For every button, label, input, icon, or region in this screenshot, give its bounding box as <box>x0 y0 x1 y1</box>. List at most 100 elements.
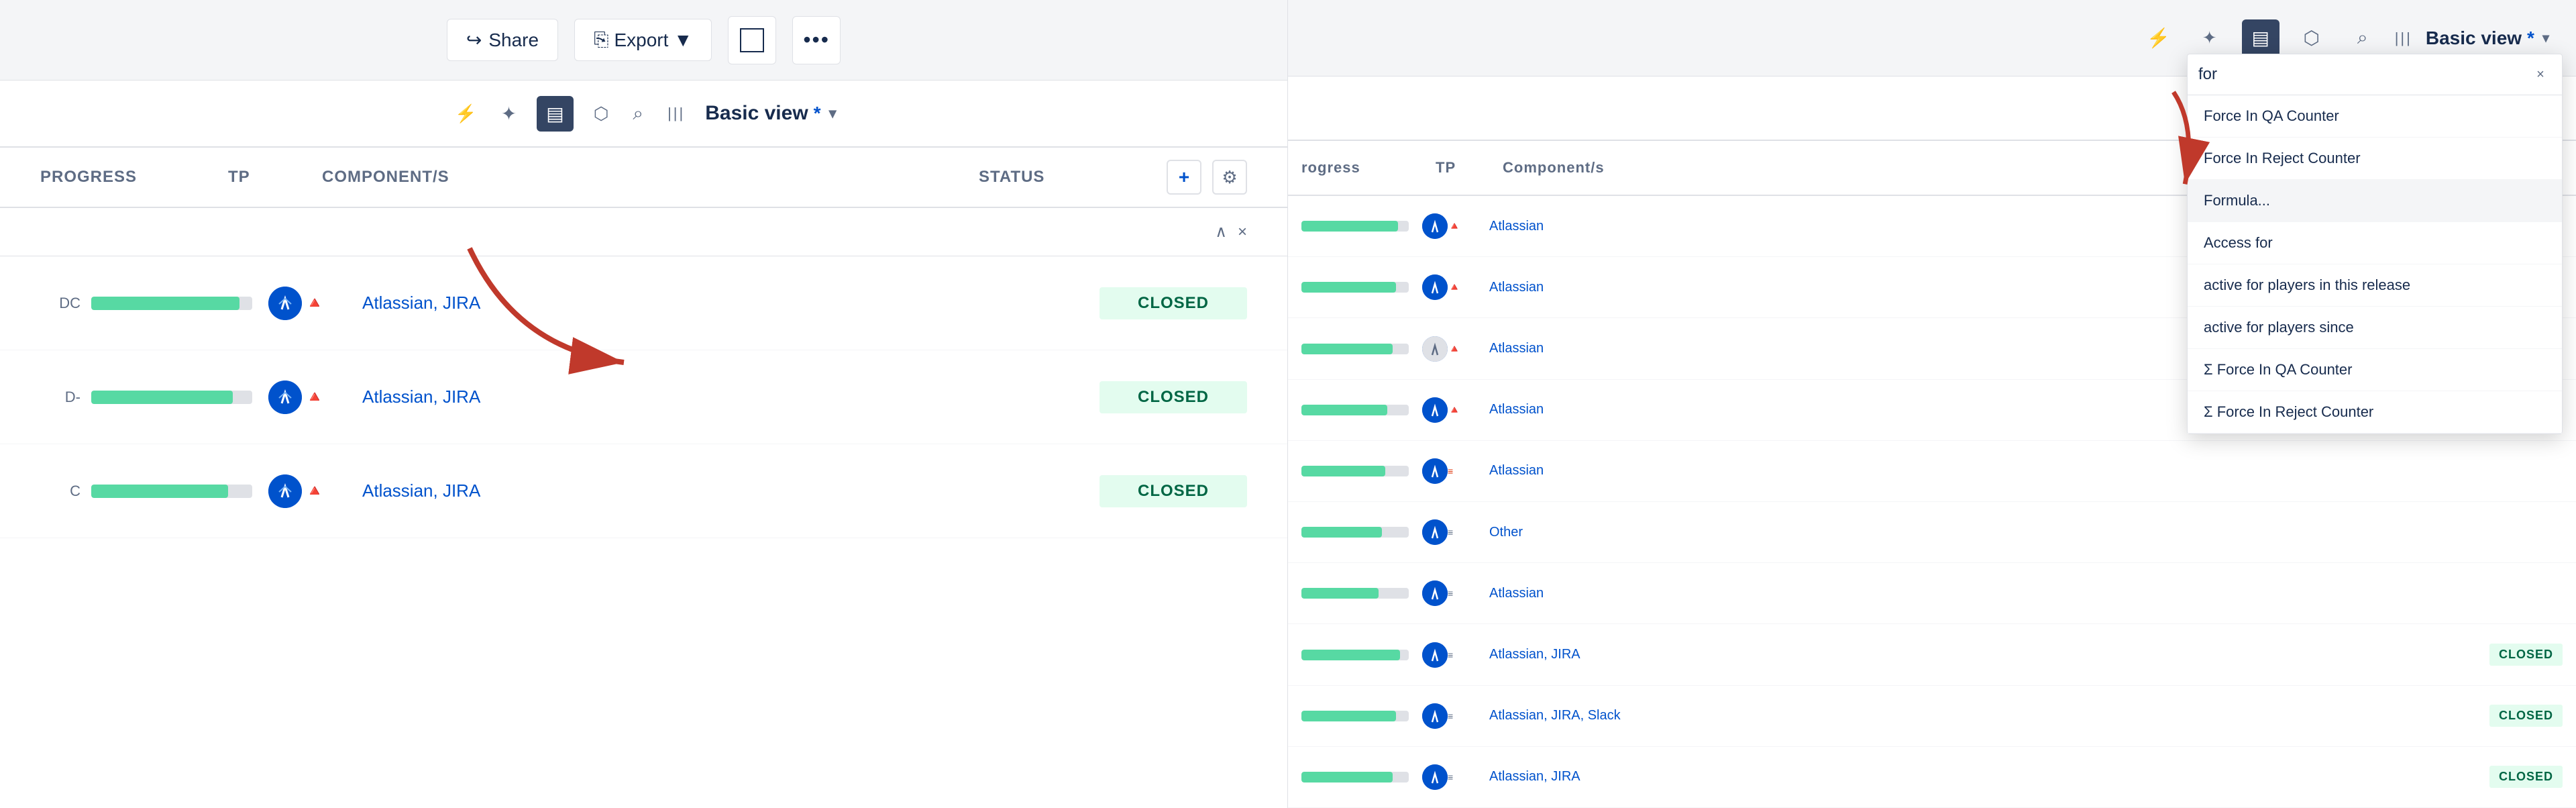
component-link[interactable]: Atlassian, JIRA <box>362 293 1099 313</box>
layers-icon-right[interactable]: ▤ <box>2242 19 2279 57</box>
right-priority-icon: 🔺 <box>1448 281 1461 294</box>
right-priority-icon: 🔺 <box>1448 403 1461 417</box>
right-atlassian-icon <box>1422 580 1448 606</box>
row-label: D- <box>40 389 80 406</box>
right-priority-icon: 🔺 <box>1448 342 1461 356</box>
right-component-link[interactable]: Atlassian <box>1489 586 2563 601</box>
dropdown-item-force-reject[interactable]: Force In Reject Counter <box>2188 138 2562 180</box>
dropdown-item-sigma-force-qa[interactable]: Σ Force In QA Counter <box>2188 349 2562 391</box>
table-row: ≡ Atlassian, JIRA CLOSED <box>1288 747 2576 808</box>
status-badge: CLOSED <box>1099 287 1247 319</box>
more-icon: ••• <box>803 28 830 52</box>
square-icon <box>740 28 764 52</box>
tp-cell: 🔺 <box>268 287 362 320</box>
export-dropdown-icon: ▼ <box>674 30 692 51</box>
col-progress-header: Progress <box>40 168 228 187</box>
right-progress-fill <box>1301 650 1400 660</box>
status-badge: CLOSED <box>1099 475 1247 507</box>
right-atlassian-icon <box>1422 397 1448 423</box>
table-row: ≡ Atlassian <box>1288 441 2576 502</box>
right-component-link[interactable]: Atlassian, JIRA <box>1489 647 2489 662</box>
export-button[interactable]: ⎘ Export ▼ <box>574 19 712 61</box>
left-panel: ↪ Share ⎘ Export ▼ ••• ⚡ ✦ ▤ ⬡ ⌕ ||| Bas… <box>0 0 1288 808</box>
priority-icon: 🔺 <box>305 293 325 313</box>
col-actions: + ⚙ <box>1167 160 1247 195</box>
col-status-header: Status <box>979 168 1167 187</box>
col-tp-header: TP <box>228 168 322 187</box>
sort-row: ∧ × <box>0 208 1287 256</box>
right-priority-icon: ≡ <box>1448 466 1453 476</box>
bars-icon[interactable]: ||| <box>663 101 689 126</box>
right-progress-bar <box>1301 772 1409 782</box>
dropdown-item-active-since[interactable]: active for players since <box>2188 307 2562 349</box>
right-priority-icon: ≡ <box>1448 772 1453 782</box>
right-atlassian-icon <box>1422 764 1448 790</box>
component-link[interactable]: Atlassian, JIRA <box>362 387 1099 407</box>
share-button[interactable]: ↪ Share <box>447 19 558 61</box>
right-tp-cell: ≡ <box>1422 458 1489 484</box>
tp-cell: 🔺 <box>268 474 362 508</box>
right-tp-cell: 🔺 <box>1422 213 1489 239</box>
right-priority-icon: ≡ <box>1448 711 1453 721</box>
table-row: ≡ Atlassian, JIRA, Slack CLOSED <box>1288 686 2576 747</box>
view-label-container[interactable]: Basic view* ▾ <box>705 102 836 125</box>
right-status-badge: CLOSED <box>2489 766 2563 788</box>
add-column-button[interactable]: + <box>1167 160 1201 195</box>
atlassian-icon <box>268 474 302 508</box>
filter-icon[interactable]: ⬡ <box>590 99 613 128</box>
dropdown-item-force-qa[interactable]: Force In QA Counter <box>2188 95 2562 138</box>
export-icon: ⎘ <box>594 29 608 51</box>
right-progress-bar <box>1301 282 1409 293</box>
field-search-dropdown: × Force In QA Counter Force In Reject Co… <box>2187 54 2563 434</box>
right-tp-cell: 🔺 <box>1422 274 1489 300</box>
right-component-link[interactable]: Atlassian, JIRA <box>1489 769 2489 785</box>
dropdown-item-active-release[interactable]: active for players in this release <box>2188 264 2562 307</box>
dropdown-item-sigma-force-reject[interactable]: Σ Force In Reject Counter <box>2188 391 2562 434</box>
right-priority-icon: 🔺 <box>1448 219 1461 233</box>
sort-close-icon[interactable]: × <box>1238 223 1247 242</box>
layers-icon[interactable]: ▤ <box>537 96 573 132</box>
dropdown-search-input[interactable] <box>2198 65 2524 84</box>
right-priority-icon: ≡ <box>1448 527 1453 538</box>
filter-icon-right[interactable]: ⬡ <box>2293 19 2330 57</box>
table-row: ≡ Other <box>1288 502 2576 563</box>
search-icon-right[interactable]: ⌕ <box>2344 19 2381 57</box>
progress-bar <box>91 297 252 310</box>
square-button[interactable] <box>728 16 776 64</box>
star-icon-right[interactable]: ✦ <box>2191 19 2229 57</box>
priority-icon: 🔺 <box>305 481 325 501</box>
right-view-label-text: Basic view <box>2426 28 2522 49</box>
bolt-icon-right[interactable]: ⚡ <box>2140 19 2178 57</box>
more-button[interactable]: ••• <box>792 16 841 64</box>
settings-button[interactable]: ⚙ <box>1212 160 1247 195</box>
right-component-link[interactable]: Other <box>1489 525 2563 540</box>
export-label: Export <box>614 30 668 51</box>
right-component-link[interactable]: Atlassian <box>1489 463 2563 478</box>
sort-chevron-icon[interactable]: ∧ <box>1215 222 1227 242</box>
dropdown-item-formula[interactable]: Formula... <box>2188 180 2562 222</box>
right-progress-fill <box>1301 527 1382 538</box>
bars-icon-right[interactable]: ||| <box>2395 30 2412 47</box>
right-atlassian-icon <box>1422 274 1448 300</box>
right-priority-icon: ≡ <box>1448 650 1453 660</box>
view-asterisk: * <box>814 103 821 124</box>
right-view-label[interactable]: Basic view* ▾ <box>2426 28 2549 49</box>
right-tp-cell: ≡ <box>1422 642 1489 668</box>
col-component-header: Component/s <box>322 168 979 187</box>
right-atlassian-icon <box>1422 703 1448 729</box>
progress-bar <box>91 485 252 498</box>
right-progress-bar <box>1301 466 1409 476</box>
right-progress-bar <box>1301 405 1409 415</box>
star-icon[interactable]: ✦ <box>497 99 521 129</box>
progress-bar-fill <box>91 391 233 404</box>
right-progress-bar <box>1301 344 1409 354</box>
search-icon[interactable]: ⌕ <box>629 99 647 129</box>
dropdown-close-button[interactable]: × <box>2530 64 2551 85</box>
right-atlassian-icon <box>1422 519 1448 545</box>
bolt-icon[interactable]: ⚡ <box>451 99 480 128</box>
dropdown-item-access-for[interactable]: Access for <box>2188 222 2562 264</box>
right-status-badge: CLOSED <box>2489 705 2563 727</box>
right-component-link[interactable]: Atlassian, JIRA, Slack <box>1489 708 2489 723</box>
component-link[interactable]: Atlassian, JIRA <box>362 481 1099 501</box>
right-progress-fill <box>1301 711 1396 721</box>
